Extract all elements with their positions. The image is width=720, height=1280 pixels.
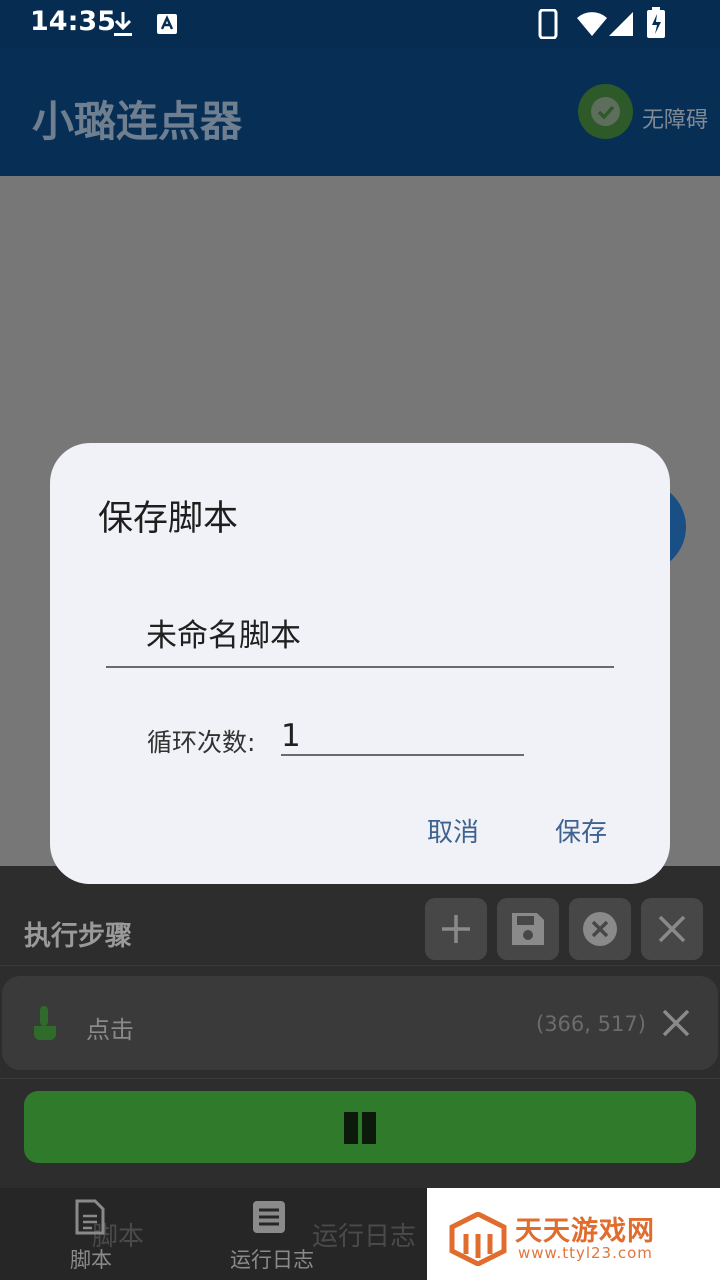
tab-scripts-label: 脚本 xyxy=(70,1248,112,1272)
close-icon xyxy=(658,915,686,943)
clear-steps-button[interactable] xyxy=(569,898,631,960)
phone-icon xyxy=(538,8,558,43)
add-icon xyxy=(442,915,470,943)
app-title: 小璐连点器 xyxy=(32,97,243,146)
status-time: 14:35 xyxy=(30,6,116,37)
save-button[interactable]: 保存 xyxy=(555,812,607,849)
save-script-button[interactable] xyxy=(497,898,559,960)
step-label: 点击 xyxy=(86,1016,134,1044)
wifi-icon xyxy=(576,11,608,41)
divider xyxy=(0,1078,720,1079)
watermark-title: 天天游戏网 xyxy=(515,1216,655,1247)
add-step-button[interactable] xyxy=(425,898,487,960)
watermark-logo-icon xyxy=(448,1211,508,1270)
save-icon xyxy=(512,913,544,945)
dialog-title: 保存脚本 xyxy=(98,499,239,539)
accessibility-label: 无障碍 xyxy=(642,108,709,133)
ghost-tab-label: 运行日志 xyxy=(312,1222,417,1252)
tap-hand-icon xyxy=(30,1004,60,1046)
loop-count-label: 循环次数: xyxy=(147,728,256,757)
battery-charging-icon xyxy=(646,7,666,43)
clear-icon xyxy=(583,912,617,946)
cancel-button[interactable]: 取消 xyxy=(427,812,479,849)
step-coords: (366, 517) xyxy=(536,1012,646,1036)
check-circle-icon xyxy=(591,97,620,126)
download-icon xyxy=(112,10,134,42)
divider xyxy=(0,965,720,966)
steps-title: 执行步骤 xyxy=(24,921,132,952)
play-book-icon xyxy=(342,1108,378,1150)
tab-run-log-label: 运行日志 xyxy=(230,1248,314,1272)
loop-count-input[interactable] xyxy=(281,718,524,756)
watermark-url: www.ttyl23.com xyxy=(518,1244,653,1262)
close-panel-button[interactable] xyxy=(641,898,703,960)
signal-icon xyxy=(608,11,634,41)
script-name-input[interactable] xyxy=(106,598,614,668)
keyboard-a-icon xyxy=(156,13,178,39)
delete-step-icon[interactable] xyxy=(658,1005,694,1045)
document-icon xyxy=(74,1198,106,1240)
log-list-icon xyxy=(252,1200,286,1238)
